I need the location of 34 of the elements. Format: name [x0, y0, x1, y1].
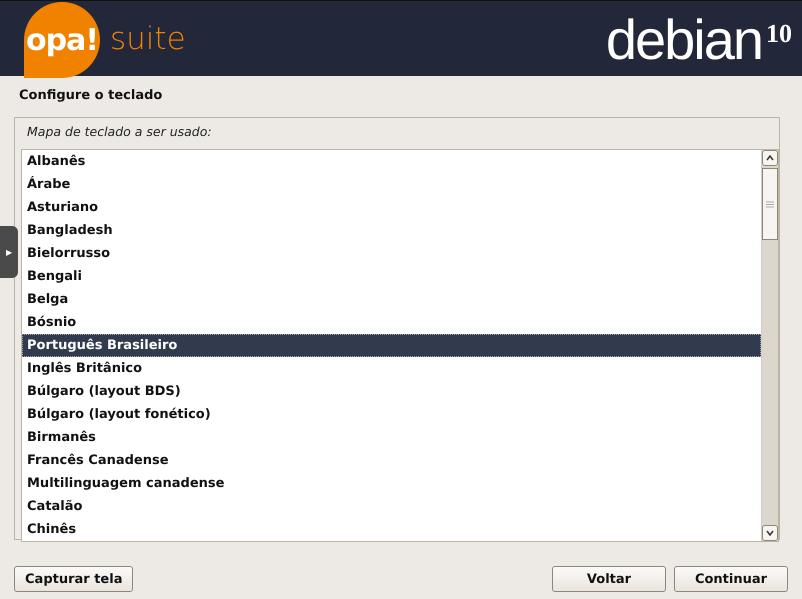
- caret-up-icon: [766, 155, 774, 161]
- list-item[interactable]: Asturiano: [22, 196, 761, 219]
- list-item[interactable]: Birmanês: [22, 426, 761, 449]
- logo-text: suite: [110, 20, 186, 56]
- list-item[interactable]: Búlgaro (layout fonético): [22, 403, 761, 426]
- grip-icon: [766, 200, 774, 208]
- logo-text: debian: [606, 11, 762, 69]
- list-item[interactable]: Chinês: [22, 518, 761, 541]
- scroll-down-button[interactable]: [762, 525, 778, 541]
- list-item[interactable]: Inglês Britânico: [22, 357, 761, 380]
- list-item[interactable]: Português Brasileiro: [22, 334, 761, 357]
- logo-mark: opa!: [24, 2, 100, 78]
- list-item[interactable]: Bangladesh: [22, 219, 761, 242]
- screenshot-button[interactable]: Capturar tela: [14, 566, 134, 592]
- list-item[interactable]: Multilinguagem canadense: [22, 472, 761, 495]
- list-item[interactable]: Belga: [22, 288, 761, 311]
- list-item[interactable]: Francês Canadense: [22, 449, 761, 472]
- list-item[interactable]: Albanês: [22, 150, 761, 173]
- scrollbar[interactable]: [761, 150, 778, 541]
- side-panel-handle[interactable]: ▶: [0, 226, 18, 278]
- list-item[interactable]: Búlgaro (layout BDS): [22, 380, 761, 403]
- scroll-up-button[interactable]: [762, 150, 778, 166]
- list-item[interactable]: Catalão: [22, 495, 761, 518]
- list-item[interactable]: Bielorrusso: [22, 242, 761, 265]
- scroll-thumb[interactable]: [762, 168, 778, 240]
- version-number: 10: [766, 19, 792, 49]
- list-item[interactable]: Bósnio: [22, 311, 761, 334]
- continue-button[interactable]: Continuar: [674, 566, 788, 592]
- list-label: Mapa de teclado a ser usado:: [27, 124, 213, 139]
- list-item[interactable]: Bengali: [22, 265, 761, 288]
- page-title: Configure o teclado: [19, 88, 164, 103]
- list-item[interactable]: Árabe: [22, 173, 761, 196]
- back-button[interactable]: Voltar: [552, 566, 666, 592]
- caret-down-icon: [766, 530, 774, 536]
